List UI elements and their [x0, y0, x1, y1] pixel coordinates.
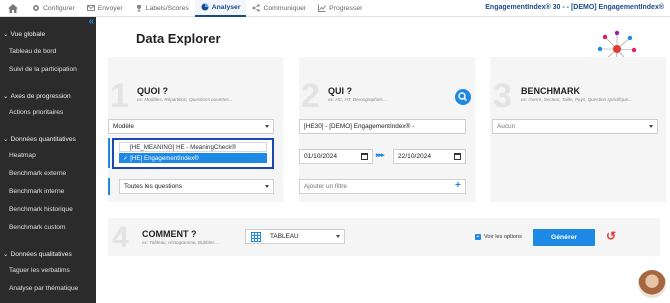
- envelope-icon: [86, 5, 95, 11]
- model-select[interactable]: Modèle: [108, 119, 274, 134]
- chevron-down-icon: ⌄: [3, 251, 9, 258]
- chevron-down-icon: ⌄: [3, 31, 9, 38]
- section-title: QUI ?: [328, 86, 352, 96]
- nav-label: Analyser: [211, 3, 241, 11]
- questions-select[interactable]: Toutes les questions: [119, 179, 274, 194]
- options-checkbox[interactable]: +: [475, 234, 481, 240]
- nav-label: Communiquer: [263, 4, 307, 12]
- date-value: 22/10/2024: [398, 153, 432, 160]
- select-value: Aucun: [497, 123, 516, 130]
- nav-labels-scores[interactable]: Labels/Scores: [129, 0, 195, 17]
- sidebar-item-benchmark-historique[interactable]: Benchmark historique: [9, 206, 73, 213]
- section-title: BENCHMARK: [521, 86, 580, 96]
- date-end-input[interactable]: 22/10/2024: [393, 149, 466, 164]
- search-icon: [458, 92, 468, 102]
- caret-down-icon: [649, 125, 653, 128]
- nav-label: Progresser: [329, 4, 363, 12]
- sidebar-item-benchmark-custom[interactable]: Benchmark custom: [9, 224, 65, 231]
- select-value: Toutes les questions: [124, 183, 182, 190]
- section-subtitle: ex: Modèles, Répartition, Questions ouve…: [137, 97, 233, 102]
- section-subtitle: ex: HC, HT, Démographies...: [328, 97, 387, 102]
- dropdown-option-selected[interactable]: ✓ [HE] EngagementIndex®: [119, 153, 267, 163]
- sidebar-section-qualitatives[interactable]: ⌄ Données qualitatives: [3, 250, 72, 259]
- sidebar-item-heatmap[interactable]: Heatmap: [9, 152, 36, 159]
- sidebar-section-axes[interactable]: ⌄ Axes de progression: [3, 92, 71, 101]
- calendar-icon[interactable]: [361, 153, 368, 160]
- nav-communiquer[interactable]: Communiquer: [246, 0, 312, 17]
- step-number: 3: [493, 77, 512, 115]
- reset-icon[interactable]: ↺: [606, 229, 616, 243]
- sidebar-item-suivi-participation[interactable]: Suivi de la participation: [9, 66, 77, 73]
- filter-placeholder: Ajouter un filtre: [304, 183, 347, 190]
- sidebar-item-tableau-de-bord[interactable]: Tableau de bord: [9, 48, 56, 55]
- double-chevron-left-icon[interactable]: «: [88, 16, 94, 27]
- section-label: Vue globale: [10, 30, 46, 38]
- table-icon: [251, 231, 261, 242]
- check-icon: ✓: [123, 154, 129, 162]
- generate-button[interactable]: Générer: [533, 229, 595, 246]
- nav-label: Labels/Scores: [145, 4, 189, 12]
- nav-progresser[interactable]: Progresser: [312, 0, 368, 17]
- nav-analyser[interactable]: Analyser: [194, 0, 247, 17]
- home-icon: [8, 3, 18, 13]
- accent-bar: [108, 178, 110, 195]
- view-type-select[interactable]: TABLEAU: [245, 229, 345, 244]
- nav-label: Envoyer: [97, 4, 123, 12]
- search-button[interactable]: [455, 89, 471, 105]
- home-button[interactable]: [0, 0, 26, 17]
- trophy-icon: [136, 5, 141, 12]
- option-label: [HE] EngagementIndex®: [130, 154, 199, 162]
- section-title: COMMENT ?: [142, 229, 197, 239]
- gear-icon: [33, 5, 39, 11]
- nav-envoyer[interactable]: Envoyer: [81, 0, 129, 17]
- nav-configurer[interactable]: Configurer: [26, 0, 81, 17]
- step-number: 2: [301, 77, 320, 115]
- page-title: Data Explorer: [136, 31, 221, 46]
- chevron-down-icon: ⌄: [3, 136, 9, 143]
- sidebar-item-actions-prioritaires[interactable]: Actions prioritaires: [9, 109, 63, 116]
- section-label: Données quantitatives: [10, 135, 76, 143]
- step-number: 4: [112, 221, 129, 254]
- section-label: Données qualitatives: [10, 250, 72, 258]
- line-chart-icon: [318, 4, 327, 12]
- select-value: Modèle: [113, 123, 134, 130]
- dropdown-option[interactable]: [HE_MEANING] HE - MeaningCheck®: [119, 142, 267, 152]
- chevron-down-icon: ⌄: [3, 93, 9, 100]
- nav-label: Configurer: [43, 4, 75, 12]
- sidebar: « ⌄ Vue globale Tableau de bord Suivi de …: [0, 16, 96, 303]
- select-value: TABLEAU: [270, 233, 299, 240]
- sidebar-section-quantitatives[interactable]: ⌄ Données quantitatives: [3, 135, 76, 144]
- sidebar-item-taguer-verbatims[interactable]: Taguer les verbatims: [9, 267, 70, 274]
- top-navigation: Configurer Envoyer Labels/Scores Analyse…: [0, 0, 670, 17]
- caret-down-icon: [265, 185, 269, 188]
- pie-chart-icon: [201, 3, 209, 11]
- sidebar-item-benchmark-interne[interactable]: Benchmark interne: [9, 188, 64, 195]
- avatar[interactable]: [638, 270, 666, 298]
- sidebar-section-vue-globale[interactable]: ⌄ Vue globale: [3, 30, 46, 39]
- date-start-input[interactable]: 01/10/2024: [299, 149, 373, 164]
- accent-bar: [108, 138, 110, 168]
- step-number: 1: [110, 77, 129, 115]
- section-subtitle: ex: Tableau, Histogramme, Bubbles...: [142, 240, 219, 245]
- plus-icon[interactable]: +: [455, 180, 461, 191]
- caret-down-icon: [336, 235, 340, 238]
- section-title: QUOI ?: [137, 86, 168, 96]
- population-select[interactable]: [HE30] - [DEMO] EngagementIndex® -: [299, 119, 466, 134]
- options-label[interactable]: Voir les options: [484, 234, 522, 240]
- filter-input[interactable]: Ajouter un filtre: [299, 179, 466, 194]
- model-dropdown: [HE_MEANING] HE - MeaningCheck® ✓ [HE] En…: [112, 138, 274, 169]
- caret-down-icon: [265, 125, 269, 128]
- benchmark-select[interactable]: Aucun: [492, 119, 658, 134]
- calendar-icon[interactable]: [454, 153, 461, 160]
- select-value: [HE30] - [DEMO] EngagementIndex® -: [304, 123, 415, 130]
- project-selector[interactable]: EngagementIndex® 30 - - [DEMO] Engagemen…: [485, 4, 664, 11]
- section-subtitle: ex: Genre, Secteur, Taille, Pays, Questi…: [521, 97, 632, 102]
- date-range-arrows-icon: ▸▸▸: [376, 152, 384, 159]
- share-icon: [252, 4, 261, 12]
- sidebar-item-benchmark-externe[interactable]: Benchmark externe: [9, 170, 66, 177]
- section-label: Axes de progression: [10, 92, 71, 100]
- date-value: 01/10/2024: [304, 153, 338, 160]
- sidebar-item-analyse-thematique[interactable]: Analyse par thématique: [9, 285, 78, 292]
